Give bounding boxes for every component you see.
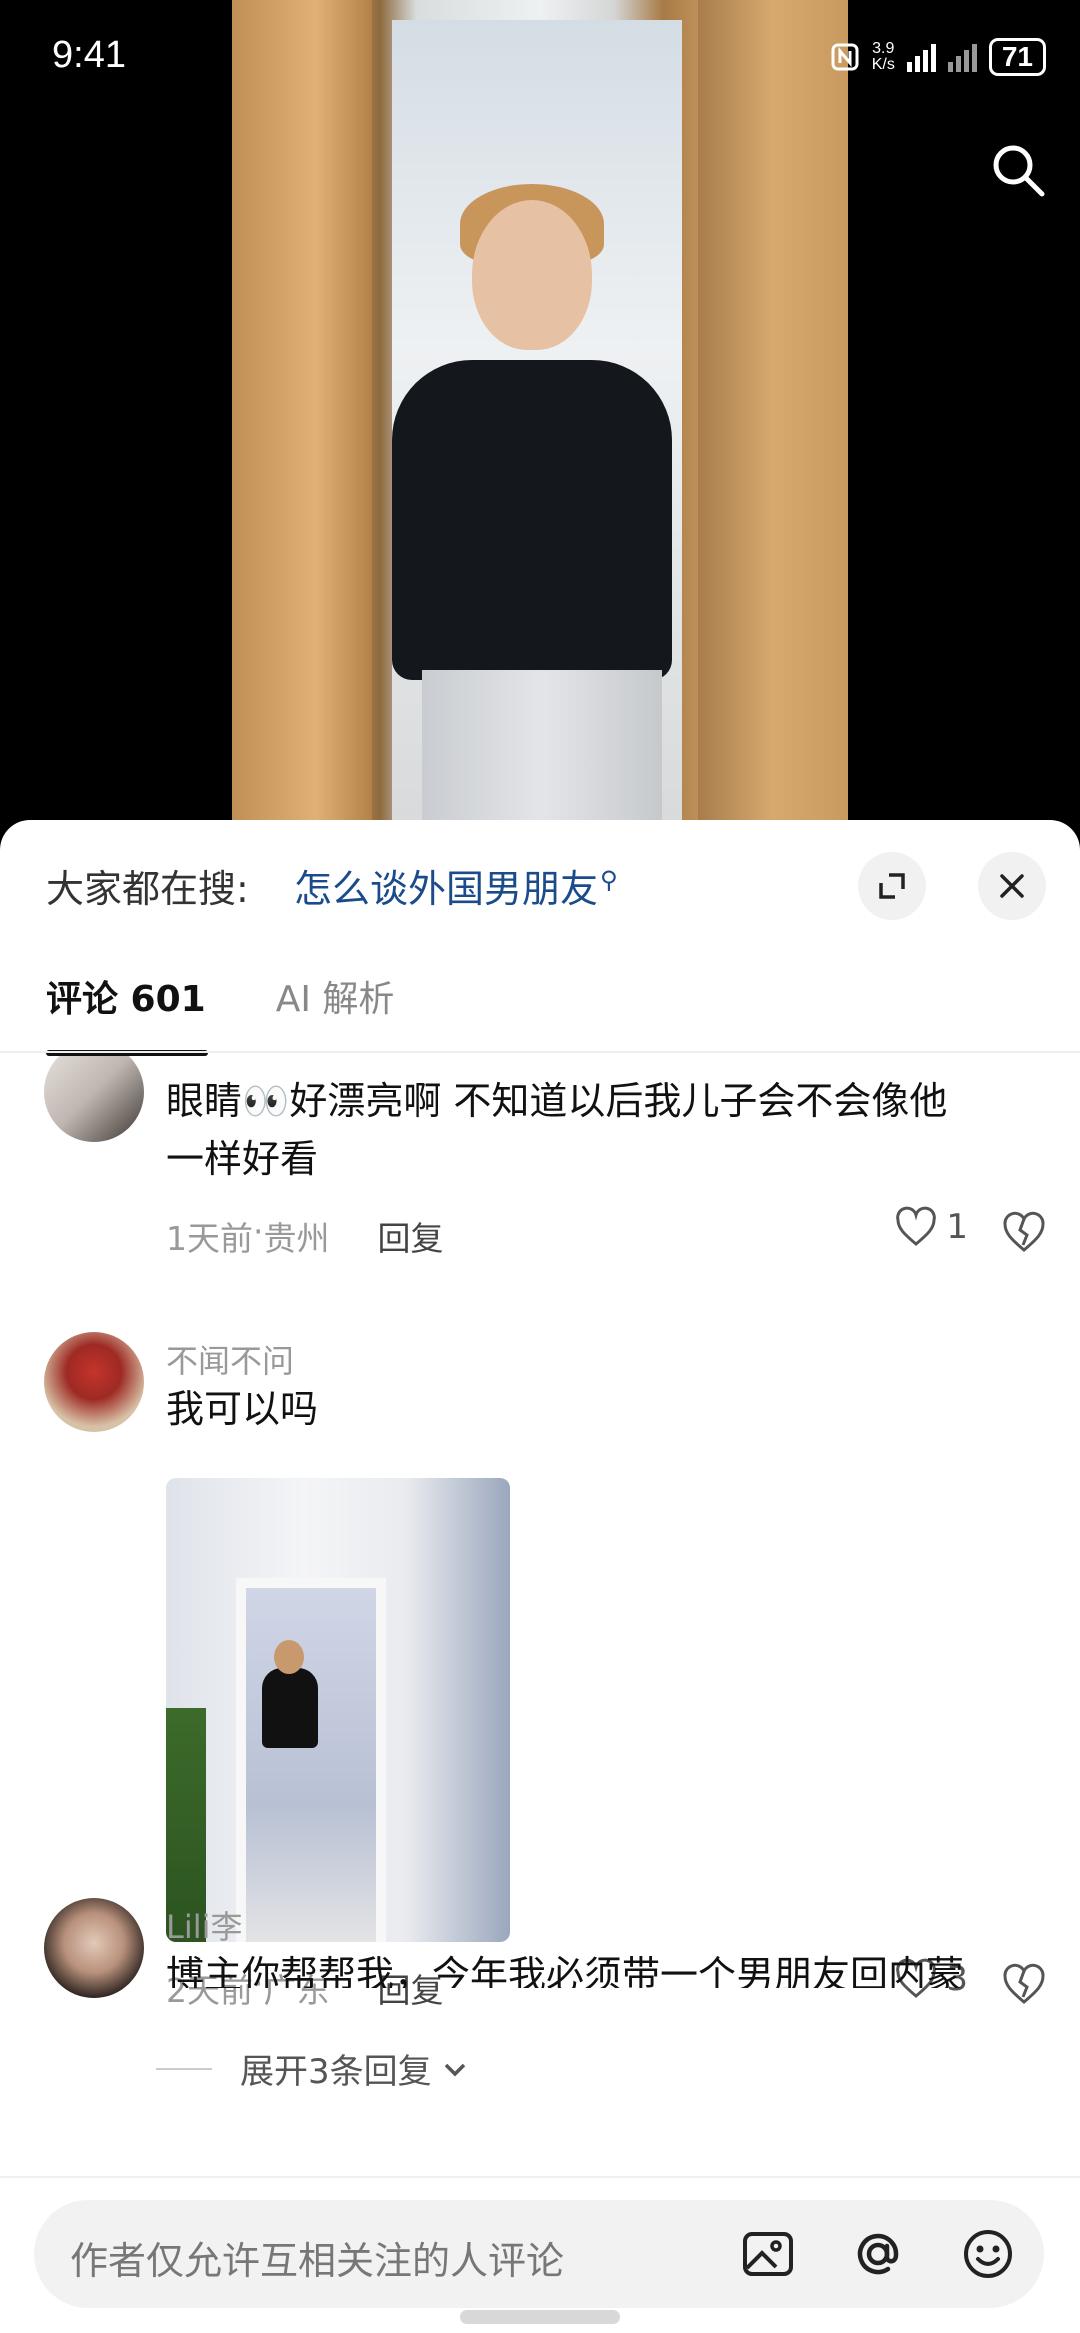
comment-input-placeholder: 作者仅允许互相关注的人评论 xyxy=(70,2239,565,2283)
battery-indicator: 71 xyxy=(988,38,1046,76)
like-count: 1 xyxy=(946,1207,968,1247)
tab-comments[interactable]: 评论 601 xyxy=(46,970,208,1056)
close-button[interactable] xyxy=(978,852,1046,920)
wardrobe xyxy=(698,0,848,840)
door-left xyxy=(232,0,372,840)
expand-button[interactable] xyxy=(858,852,926,920)
comment-username[interactable]: Lili李 xyxy=(166,1902,243,1948)
nfc-icon xyxy=(831,43,859,71)
comment-location: 贵州 xyxy=(263,1219,330,1258)
comment-text: 眼睛👀好漂亮啊 不知道以后我儿子会不会像他 一样好看 xyxy=(166,1079,948,1181)
comment-time: 1天前 xyxy=(166,1219,253,1258)
comment-text: 我可以吗 xyxy=(166,1387,319,1431)
comment-sheet: 大家都在搜: 怎么谈外国男朋友⚲ 评论 601 AI 解析 眼睛👀好漂亮啊 不知… xyxy=(0,820,1080,2331)
status-icons: 3.9 K/s 71 xyxy=(830,38,1046,76)
signal-icon xyxy=(906,42,936,72)
comment-tabs: 评论 601 AI 解析 xyxy=(46,970,395,1056)
signal-icon-2 xyxy=(947,42,977,72)
avatar[interactable] xyxy=(44,1056,144,1142)
hot-search-prefix: 大家都在搜: xyxy=(46,867,249,911)
reply-button[interactable]: 回复 xyxy=(378,1212,444,1260)
close-icon xyxy=(1000,874,1024,898)
avatar[interactable] xyxy=(44,1898,144,1998)
expand-icon xyxy=(879,873,905,899)
search-icon-small: ⚲ xyxy=(600,866,618,895)
comment-list[interactable]: 眼睛👀好漂亮啊 不知道以后我儿子会不会像他 一样好看 1天前 · 贵州 回复 1 xyxy=(0,1056,1080,2156)
sheet-header: 大家都在搜: 怎么谈外国男朋友⚲ 评论 601 AI 解析 xyxy=(0,820,1080,1056)
tab-ai-analysis[interactable]: AI 解析 xyxy=(276,970,395,1022)
heart-icon xyxy=(896,1206,937,1246)
video-player[interactable]: 9:41 3.9 K/s 71 xyxy=(0,0,1080,840)
search-icon[interactable] xyxy=(988,140,1048,200)
expand-divider xyxy=(156,2067,212,2070)
chevron-down-icon xyxy=(444,2063,465,2076)
comment-username[interactable]: 不闻不问 xyxy=(166,1336,294,1382)
expand-replies-label: 展开3条回复 xyxy=(240,2052,432,2092)
avatar[interactable] xyxy=(44,1332,144,1432)
image-icon[interactable] xyxy=(738,2224,798,2284)
comment-text: 博主你帮帮我，今年我必须带一个男朋友回内蒙 xyxy=(166,1953,965,1988)
comment-meta: 1天前 · 贵州 回复 xyxy=(166,1212,444,1260)
home-indicator xyxy=(460,2310,620,2324)
broken-heart-icon[interactable] xyxy=(1000,1208,1048,1256)
video-frame xyxy=(232,0,848,840)
status-time: 9:41 xyxy=(52,34,126,76)
meta-separator: · xyxy=(253,1212,264,1251)
comment-image[interactable] xyxy=(166,1478,510,1942)
comment-input[interactable]: 作者仅允许互相关注的人评论 xyxy=(34,2200,1044,2308)
video-subject xyxy=(352,184,712,840)
expand-replies-button[interactable]: 展开3条回复 xyxy=(156,2044,472,2093)
network-speed: 3.9 K/s xyxy=(871,40,895,73)
like-button[interactable]: 1 xyxy=(894,1206,968,1248)
hot-search-link[interactable]: 怎么谈外国男朋友⚲ xyxy=(294,858,618,913)
at-icon[interactable] xyxy=(848,2224,908,2284)
emoji-icon[interactable] xyxy=(958,2224,1018,2284)
header-divider xyxy=(0,1051,1080,1053)
